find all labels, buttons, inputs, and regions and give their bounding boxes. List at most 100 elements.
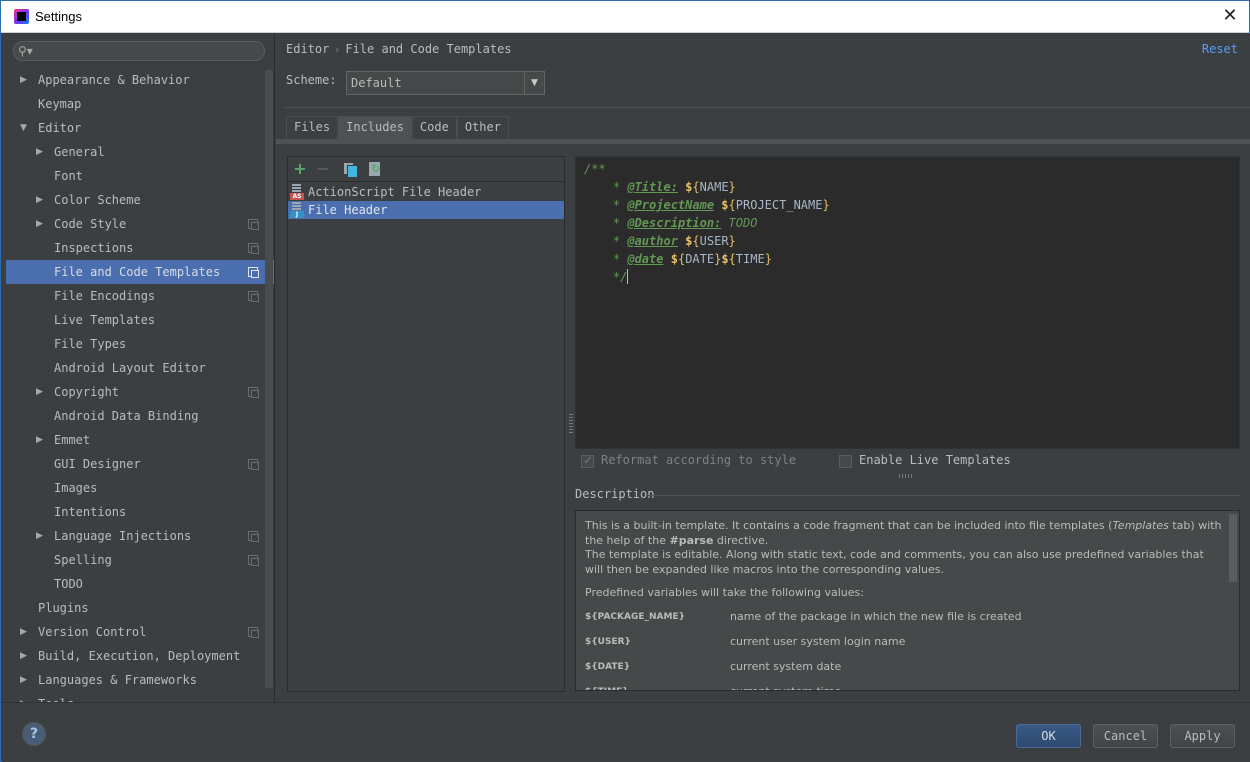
collapsed-arrow-icon[interactable]: ▶ <box>36 428 43 452</box>
sidebar-item-emmet[interactable]: ▶ Emmet <box>6 428 264 452</box>
sidebar-item-intentions[interactable]: Intentions <box>6 500 264 524</box>
cancel-button[interactable]: Cancel <box>1093 724 1158 748</box>
collapsed-arrow-icon[interactable]: ▶ <box>20 620 27 644</box>
close-icon[interactable]: ✕ <box>1219 5 1241 27</box>
collapsed-arrow-icon[interactable]: ▶ <box>20 68 27 92</box>
brace: { <box>692 180 700 194</box>
project-level-icon <box>248 291 259 302</box>
reset-to-default-icon[interactable] <box>366 160 384 178</box>
sidebar-item-font[interactable]: Font <box>6 164 264 188</box>
sidebar-item-file-and-code-templates[interactable]: File and Code Templates <box>6 260 274 284</box>
sidebar-item-color-scheme[interactable]: ▶ Color Scheme <box>6 188 264 212</box>
collapsed-arrow-icon[interactable]: ▶ <box>20 644 27 668</box>
text-caret <box>627 269 629 284</box>
comment-star: * <box>584 216 628 230</box>
brace: } <box>822 198 830 212</box>
collapsed-arrow-icon[interactable]: ▶ <box>36 188 43 212</box>
sidebar-item-editor[interactable]: ▼ Editor <box>6 116 264 140</box>
live-templates-checkbox[interactable] <box>839 455 852 468</box>
sidebar-item-android-layout-editor[interactable]: Android Layout Editor <box>6 356 264 380</box>
horizontal-splitter-handle[interactable] <box>899 474 913 478</box>
settings-search-input[interactable] <box>40 43 260 59</box>
scheme-dropdown[interactable]: Default ▼ <box>346 71 545 95</box>
sidebar-item-general[interactable]: ▶ General <box>6 140 264 164</box>
reformat-label: Reformat according to style <box>601 453 797 467</box>
project-level-icon <box>248 531 259 542</box>
sidebar-item-file-encodings[interactable]: File Encodings <box>6 284 264 308</box>
collapsed-arrow-icon[interactable]: ▶ <box>36 140 43 164</box>
collapsed-arrow-icon[interactable]: ▶ <box>36 524 43 548</box>
template-code[interactable]: /** * @Title: ${NAME} * @ProjectName ${P… <box>584 160 830 286</box>
settings-sidebar: ⚲▾ ▶ Appearance & Behavior Keymap ▼ Editor ▶ G… <box>2 34 275 702</box>
sidebar-item-appearance-behavior[interactable]: ▶ Appearance & Behavior <box>6 68 264 92</box>
sidebar-item-android-data-binding[interactable]: Android Data Binding <box>6 404 264 428</box>
sidebar-item-label: Language Injections <box>54 529 192 543</box>
sidebar-item-images[interactable]: Images <box>6 476 264 500</box>
sidebar-item-tools[interactable]: ▶ Tools <box>6 692 264 702</box>
collapsed-arrow-icon[interactable]: ▶ <box>36 212 43 236</box>
variable-name: NAME <box>699 180 729 194</box>
sidebar-item-languages-frameworks[interactable]: ▶ Languages & Frameworks <box>6 668 264 692</box>
sidebar-item-code-style[interactable]: ▶ Code Style <box>6 212 264 236</box>
template-variable: ${DATE} <box>671 252 722 266</box>
sidebar-item-label: Images <box>54 481 98 495</box>
sidebar-item-keymap[interactable]: Keymap <box>6 92 264 116</box>
scheme-label: Scheme: <box>286 73 337 87</box>
project-level-icon <box>248 219 259 230</box>
tab-other[interactable]: Other <box>456 116 509 139</box>
chevron-down-icon[interactable]: ▼ <box>524 72 544 94</box>
tab-underline <box>276 139 1250 144</box>
tab-code[interactable]: Code <box>411 116 457 139</box>
variable-name: USER <box>699 234 729 248</box>
help-icon[interactable]: ? <box>22 722 46 746</box>
sidebar-item-build-execution-deployment[interactable]: ▶ Build, Execution, Deployment <box>6 644 264 668</box>
brace: } <box>728 180 736 194</box>
collapsed-arrow-icon[interactable]: ▶ <box>36 380 43 404</box>
add-icon[interactable]: + <box>291 160 309 178</box>
javadoc-tag: @Description: <box>627 216 722 230</box>
sidebar-item-copyright[interactable]: ▶ Copyright <box>6 380 264 404</box>
template-list-item[interactable]: AS ActionScript File Header <box>288 183 564 201</box>
template-list-item[interactable]: J File Header <box>288 201 564 219</box>
sidebar-item-version-control[interactable]: ▶ Version Control <box>6 620 264 644</box>
description-paragraph: This is a built-in template. It contains… <box>585 519 1225 577</box>
variable-row: ${USER} current user system login name <box>585 635 1225 660</box>
settings-search[interactable]: ⚲▾ <box>13 41 265 61</box>
variable-name: ${PACKAGE_NAME} <box>585 611 685 622</box>
vertical-splitter-handle[interactable] <box>569 414 573 434</box>
sidebar-item-file-types[interactable]: File Types <box>6 332 264 356</box>
sidebar-item-label: Plugins <box>38 601 89 615</box>
sidebar-scrollbar[interactable] <box>265 70 273 688</box>
file-page-glyph <box>292 202 301 211</box>
sidebar-item-gui-designer[interactable]: GUI Designer <box>6 452 264 476</box>
sidebar-item-language-injections[interactable]: ▶ Language Injections <box>6 524 264 548</box>
reset-link[interactable]: Reset <box>1202 42 1238 56</box>
file-page-glyph <box>292 184 301 193</box>
sidebar-item-todo[interactable]: TODO <box>6 572 264 596</box>
description-scrollbar[interactable] <box>1229 514 1237 582</box>
code-line: * @Description: TODO <box>584 214 830 232</box>
expanded-arrow-icon[interactable]: ▼ <box>20 116 27 140</box>
sidebar-item-label: TODO <box>54 577 83 591</box>
sidebar-item-inspections[interactable]: Inspections <box>6 236 264 260</box>
sidebar-item-spelling[interactable]: Spelling <box>6 548 264 572</box>
apply-button[interactable]: Apply <box>1170 724 1235 748</box>
variable-description: current system time <box>730 684 842 691</box>
description-variables-intro: Predefined variables will take the follo… <box>585 586 864 599</box>
sidebar-item-live-templates[interactable]: Live Templates <box>6 308 264 332</box>
collapsed-arrow-icon[interactable]: ▶ <box>20 692 27 702</box>
reformat-checkbox[interactable] <box>581 453 594 468</box>
project-level-icon <box>248 243 259 254</box>
template-code-editor[interactable]: /** * @Title: ${NAME} * @ProjectName ${P… <box>575 156 1240 449</box>
variable-name: PROJECT_NAME <box>735 198 823 212</box>
tab-files[interactable]: Files <box>286 116 339 139</box>
description-text: directive. <box>713 533 769 547</box>
remove-icon[interactable]: − <box>314 160 332 178</box>
template-variable: ${TIME} <box>721 252 772 266</box>
sidebar-item-plugins[interactable]: Plugins <box>6 596 264 620</box>
tab-includes[interactable]: Includes <box>338 116 412 139</box>
breadcrumb-parent[interactable]: Editor <box>286 42 329 56</box>
collapsed-arrow-icon[interactable]: ▶ <box>20 668 27 692</box>
ok-button[interactable]: OK <box>1016 724 1081 748</box>
copy-icon[interactable] <box>340 160 358 178</box>
